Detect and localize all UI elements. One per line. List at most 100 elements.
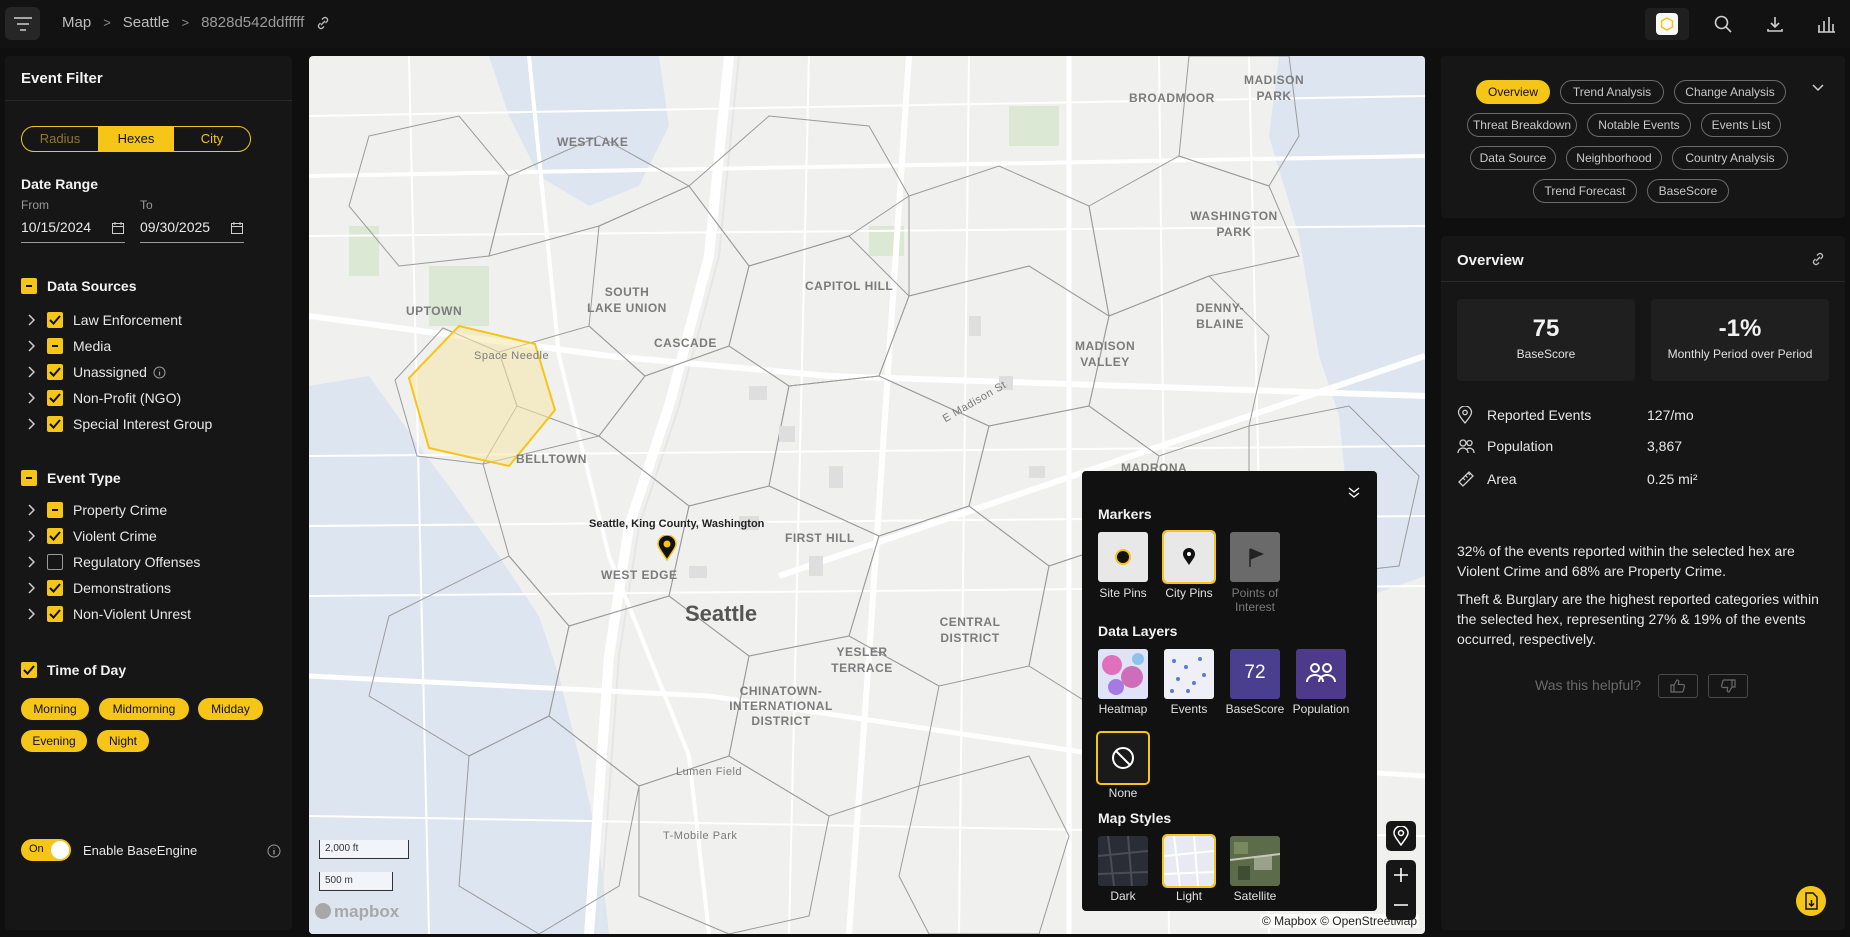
- checkbox-partial[interactable]: [47, 338, 63, 354]
- tab-neighborhood[interactable]: Neighborhood: [1566, 146, 1662, 170]
- filter-menu-button[interactable]: [5, 7, 40, 40]
- chevron-down-icon[interactable]: [1811, 80, 1825, 94]
- time-pill-midmorning[interactable]: Midmorning: [99, 698, 189, 720]
- tab-notable-events[interactable]: Notable Events: [1587, 113, 1691, 137]
- points-of-interest-tile[interactable]: [1230, 532, 1280, 582]
- zoom-out-button[interactable]: [1386, 890, 1416, 920]
- population-tile[interactable]: [1296, 649, 1346, 699]
- list-item[interactable]: Property Crime: [21, 500, 167, 520]
- baseengine-toggle[interactable]: On: [21, 839, 71, 861]
- chevron-right-icon[interactable]: [21, 362, 41, 382]
- thumbs-up-button[interactable]: [1658, 674, 1698, 698]
- thumbs-down-button[interactable]: [1708, 674, 1748, 698]
- time-pill-night[interactable]: Night: [97, 730, 149, 752]
- time-pill-morning[interactable]: Morning: [21, 698, 89, 720]
- chevron-right-icon[interactable]: [21, 526, 41, 546]
- chevron-right-icon[interactable]: [21, 336, 41, 356]
- chevron-right-icon[interactable]: [21, 388, 41, 408]
- tab-events-list[interactable]: Events List: [1701, 113, 1781, 137]
- event-type-checkbox[interactable]: [21, 470, 37, 486]
- list-item[interactable]: Demonstrations: [21, 578, 171, 598]
- events-tile[interactable]: [1164, 649, 1214, 699]
- checkbox-checked[interactable]: [47, 364, 63, 380]
- collapse-icon[interactable]: [1347, 485, 1361, 499]
- satellite-style-tile[interactable]: [1230, 836, 1280, 886]
- source-label: Law Enforcement: [73, 312, 182, 328]
- mode-city[interactable]: City: [174, 127, 250, 151]
- chevron-right-icon[interactable]: [21, 500, 41, 520]
- list-item[interactable]: Law Enforcement: [21, 310, 182, 330]
- link-icon[interactable]: [316, 16, 330, 30]
- mode-hexes[interactable]: Hexes: [98, 127, 174, 151]
- time-of-day-header[interactable]: Time of Day: [21, 662, 126, 678]
- zoom-in-button[interactable]: [1386, 860, 1416, 890]
- city-pins-tile[interactable]: [1162, 530, 1216, 584]
- search-button[interactable]: [1711, 12, 1735, 36]
- chevron-right-icon[interactable]: [21, 552, 41, 572]
- event-type-item-label: Demonstrations: [73, 580, 172, 596]
- calendar-icon[interactable]: [230, 221, 244, 235]
- period-change-card: -1% Monthly Period over Period: [1651, 299, 1829, 381]
- list-item[interactable]: Non-Violent Unrest: [21, 604, 191, 624]
- data-sources-checkbox[interactable]: [21, 278, 37, 294]
- tab-country-analysis[interactable]: Country Analysis: [1672, 146, 1788, 170]
- hex-logo-button[interactable]: [1645, 8, 1689, 40]
- to-date-field[interactable]: 09/30/2025: [140, 219, 244, 243]
- none-tile[interactable]: [1096, 731, 1150, 785]
- data-sources-header[interactable]: Data Sources: [21, 278, 136, 294]
- tab-overview[interactable]: Overview: [1476, 80, 1550, 104]
- time-pill-midday[interactable]: Midday: [198, 698, 263, 720]
- chevron-right-icon[interactable]: [21, 414, 41, 434]
- list-item[interactable]: Media: [21, 336, 111, 356]
- place-label: FIRST HILL: [785, 531, 855, 545]
- tab-trend-forecast[interactable]: Trend Forecast: [1533, 179, 1637, 203]
- tab-data-source[interactable]: Data Source: [1470, 146, 1556, 170]
- locate-button[interactable]: [1386, 821, 1416, 851]
- tab-change-analysis[interactable]: Change Analysis: [1674, 80, 1786, 104]
- stat-label: Area: [1487, 471, 1517, 487]
- chevron-right-icon[interactable]: [21, 310, 41, 330]
- list-item[interactable]: Regulatory Offenses: [21, 552, 200, 572]
- info-icon[interactable]: [267, 844, 281, 858]
- list-item[interactable]: Non-Profit (NGO): [21, 388, 181, 408]
- city-pin-icon[interactable]: [657, 535, 677, 561]
- calendar-icon[interactable]: [111, 221, 125, 235]
- checkbox-checked[interactable]: [47, 606, 63, 622]
- light-style-tile[interactable]: [1162, 834, 1216, 888]
- list-item[interactable]: Violent Crime: [21, 526, 157, 546]
- tab-threat-breakdown[interactable]: Threat Breakdown: [1467, 113, 1577, 137]
- checkbox-checked[interactable]: [47, 528, 63, 544]
- people-icon: [1457, 439, 1475, 454]
- tab-basescore[interactable]: BaseScore: [1647, 179, 1729, 203]
- breadcrumb-seattle[interactable]: Seattle: [123, 14, 170, 31]
- basescore-tile[interactable]: 72: [1230, 649, 1280, 699]
- checkbox-unchecked[interactable]: [47, 554, 63, 570]
- checkbox-checked[interactable]: [47, 390, 63, 406]
- from-date-field[interactable]: 10/15/2024: [21, 219, 125, 243]
- checkbox-partial[interactable]: [47, 502, 63, 518]
- link-icon[interactable]: [1811, 252, 1825, 266]
- mapbox-logo[interactable]: mapbox: [315, 902, 399, 922]
- export-report-button[interactable]: [1796, 886, 1826, 916]
- time-pill-evening[interactable]: Evening: [21, 730, 87, 752]
- toggle-state: On: [29, 843, 44, 855]
- breadcrumb-map[interactable]: Map: [62, 14, 91, 31]
- checkbox-checked[interactable]: [47, 416, 63, 432]
- mode-radius[interactable]: Radius: [22, 127, 98, 151]
- heatmap-tile[interactable]: [1098, 649, 1148, 699]
- event-type-header[interactable]: Event Type: [21, 470, 121, 486]
- checkbox-checked[interactable]: [47, 580, 63, 596]
- list-item[interactable]: Unassigned: [21, 362, 166, 382]
- tab-trend-analysis[interactable]: Trend Analysis: [1560, 80, 1664, 104]
- site-pins-tile[interactable]: [1098, 532, 1148, 582]
- analytics-button[interactable]: [1814, 12, 1838, 36]
- chevron-right-icon[interactable]: [21, 604, 41, 624]
- download-button[interactable]: [1763, 12, 1787, 36]
- dark-style-tile[interactable]: [1098, 836, 1148, 886]
- chevron-right-icon[interactable]: [21, 578, 41, 598]
- info-icon[interactable]: [153, 366, 166, 379]
- list-item[interactable]: Special Interest Group: [21, 414, 212, 434]
- time-of-day-checkbox[interactable]: [21, 662, 37, 678]
- stat-value: 0.25 mi²: [1647, 471, 1698, 487]
- checkbox-checked[interactable]: [47, 312, 63, 328]
